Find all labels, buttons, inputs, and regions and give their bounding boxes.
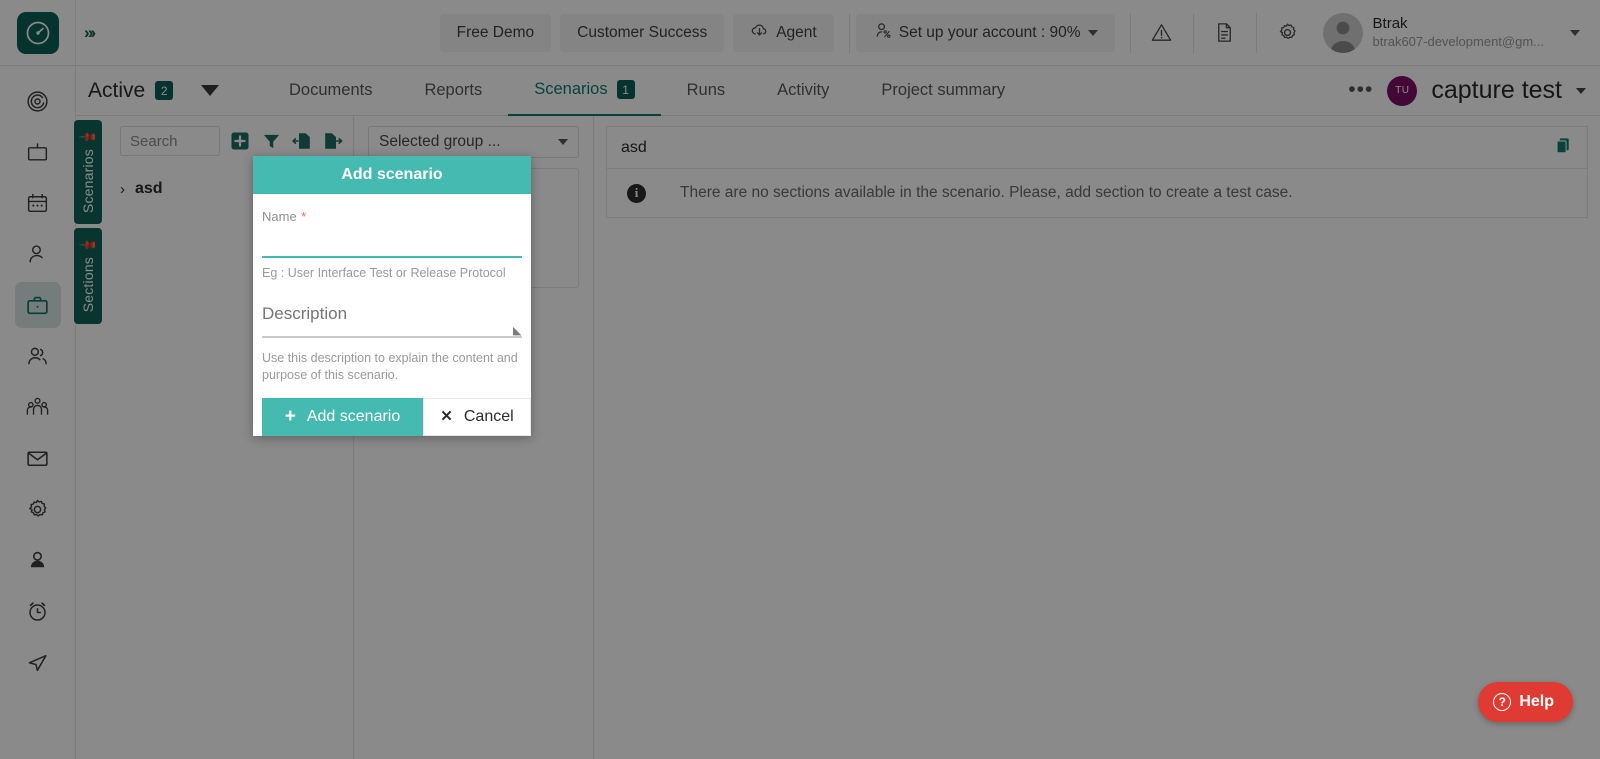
help-button[interactable]: ? Help [1478, 682, 1573, 722]
modal-overlay[interactable] [0, 0, 1600, 759]
cancel-button[interactable]: ✕ Cancel [423, 397, 531, 436]
add-scenario-label: Add scenario [306, 407, 401, 425]
plus-icon: + [284, 406, 296, 428]
close-x-icon: ✕ [440, 408, 453, 426]
modal-action-row: + Add scenario ✕ Cancel [262, 397, 531, 436]
name-input[interactable] [262, 226, 522, 258]
modal-title-bar: Add scenario [253, 156, 531, 194]
modal-title: Add scenario [341, 166, 443, 183]
help-label: Help [1519, 693, 1554, 710]
name-field-label: Name [262, 209, 297, 224]
required-marker: * [301, 209, 307, 224]
add-scenario-modal: Add scenario Name * Eg : User Interface … [253, 156, 531, 436]
modal-body: Name * Eg : User Interface Test or Relea… [253, 194, 531, 436]
description-input[interactable] [262, 303, 522, 338]
description-field-group: ◢ [262, 303, 522, 343]
question-mark-icon: ? [1493, 693, 1512, 711]
name-field-group: Name * Eg : User Interface Test or Relea… [262, 208, 522, 282]
resize-grip-icon[interactable]: ◢ [513, 324, 521, 337]
add-scenario-button[interactable]: + Add scenario [262, 397, 423, 436]
name-field-hint: Eg : User Interface Test or Release Prot… [262, 266, 506, 280]
app-root: »› Free Demo Customer Success Agent Set … [0, 0, 1600, 759]
cancel-label: Cancel [463, 407, 514, 425]
description-field-hint: Use this description to explain the cont… [262, 350, 518, 382]
